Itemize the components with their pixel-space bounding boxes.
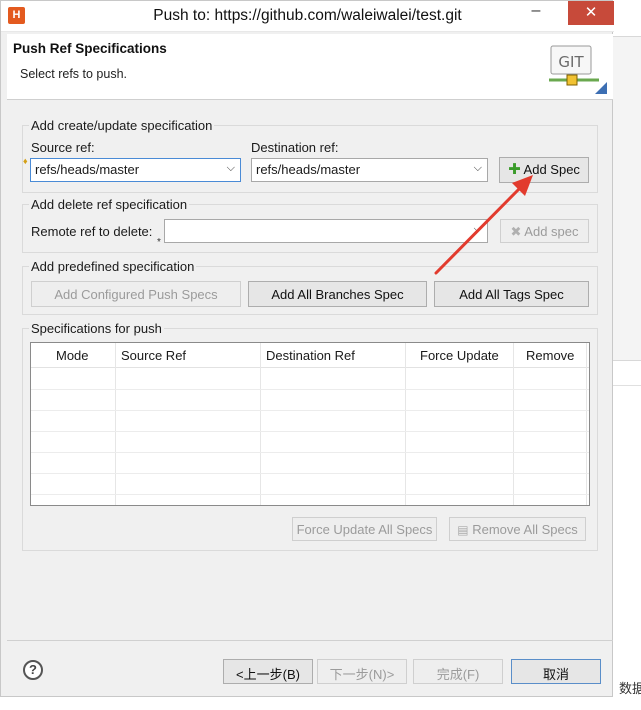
destination-ref-combo[interactable]: refs/heads/master ⌵	[251, 158, 488, 182]
help-icon[interactable]: ?	[23, 660, 43, 680]
delete-spec-label: Add delete ref specification	[29, 197, 190, 212]
specs-table[interactable]: Mode Source Ref Destination Ref Force Up…	[30, 342, 590, 506]
git-logo-text: GIT	[558, 53, 584, 71]
source-ref-value: refs/heads/master	[35, 162, 140, 177]
plus-icon: ✚	[508, 161, 521, 178]
destination-ref-value: refs/heads/master	[256, 162, 361, 177]
add-configured-push-specs-button[interactable]: Add Configured Push Specs	[31, 281, 241, 307]
remove-all-icon: ▤	[457, 523, 469, 537]
column-destination-ref[interactable]: Destination Ref	[266, 348, 355, 363]
table-row	[31, 410, 589, 411]
required-marker: *	[157, 237, 161, 248]
table-row	[31, 431, 589, 432]
close-button[interactable]: ✕	[568, 1, 614, 25]
source-ref-combo[interactable]: refs/heads/master ⌵	[30, 158, 241, 182]
finish-button[interactable]: 完成(F)	[413, 659, 503, 684]
footer-divider	[7, 640, 613, 641]
background-text: 数据	[619, 681, 641, 696]
destination-ref-label: Destination ref:	[251, 140, 339, 155]
add-delete-spec-button[interactable]: ✖ Add spec	[500, 219, 589, 243]
add-all-branches-spec-button[interactable]: Add All Branches Spec	[248, 281, 427, 307]
add-spec-button[interactable]: ✚ Add Spec	[499, 157, 589, 183]
remove-all-specs-button[interactable]: ▤ Remove All Specs	[449, 517, 586, 541]
background-window	[613, 0, 641, 710]
background-divider	[613, 385, 641, 386]
create-spec-label: Add create/update specification	[29, 118, 215, 133]
push-dialog: H Push to: https://github.com/waleiwalei…	[0, 0, 614, 697]
background-panel	[613, 36, 641, 361]
cancel-button[interactable]: 取消	[511, 659, 601, 684]
delete-x-icon: ✖	[510, 224, 522, 239]
table-row	[31, 473, 589, 474]
add-all-tags-spec-button[interactable]: Add All Tags Spec	[434, 281, 589, 307]
column-divider	[405, 343, 406, 505]
specs-label: Specifications for push	[29, 321, 164, 336]
chevron-down-icon[interactable]: ⌵	[227, 162, 235, 175]
column-mode[interactable]: Mode	[56, 348, 89, 363]
git-logo-icon: GIT	[549, 45, 607, 94]
remove-all-specs-label: Remove All Specs	[472, 522, 578, 537]
wizard-header: Push Ref Specifications Select refs to p…	[7, 34, 613, 100]
column-divider	[586, 343, 587, 505]
page-subtitle: Select refs to push.	[20, 67, 128, 81]
next-button[interactable]: 下一步(N)>	[317, 659, 407, 684]
predefined-spec-label: Add predefined specification	[29, 259, 197, 274]
table-row	[31, 452, 589, 453]
back-button[interactable]: <上一步(B)	[223, 659, 313, 684]
source-ref-label: Source ref:	[31, 140, 95, 155]
force-update-all-specs-button[interactable]: Force Update All Specs	[292, 517, 437, 541]
table-row	[31, 389, 589, 390]
column-divider	[513, 343, 514, 505]
chevron-down-icon[interactable]: ⌵	[474, 223, 482, 236]
page-title: Push Ref Specifications	[13, 41, 167, 56]
chevron-down-icon[interactable]: ⌵	[474, 162, 482, 175]
column-divider	[115, 343, 116, 505]
column-divider	[260, 343, 261, 505]
remote-ref-combo[interactable]: ⌵	[164, 219, 488, 243]
add-delete-spec-label: Add spec	[524, 224, 579, 239]
minimize-button[interactable]: –	[521, 3, 551, 24]
content-assist-icon: ♦	[23, 156, 28, 166]
add-spec-label: Add Spec	[523, 162, 580, 177]
column-remove[interactable]: Remove	[526, 348, 574, 363]
table-row	[31, 494, 589, 495]
column-source-ref[interactable]: Source Ref	[121, 348, 186, 363]
column-force-update[interactable]: Force Update	[420, 348, 499, 363]
remote-ref-label: Remote ref to delete:	[31, 224, 153, 239]
